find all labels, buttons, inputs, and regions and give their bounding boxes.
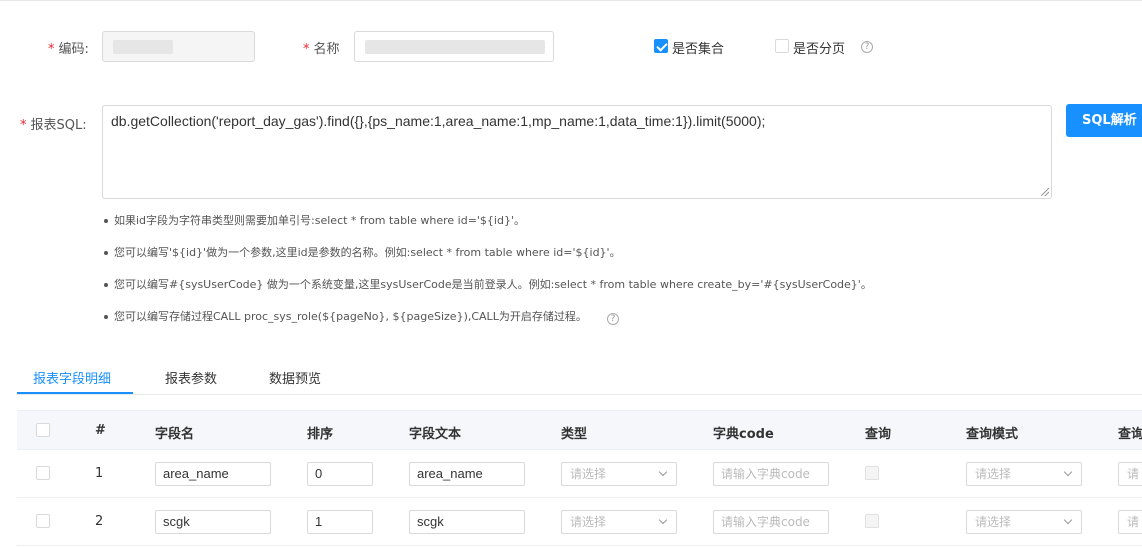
type-select[interactable]: 请选择 <box>561 462 677 486</box>
query-extra-select[interactable]: 请 <box>1118 462 1142 486</box>
query-mode-placeholder: 请选择 <box>975 515 1012 529</box>
row-checkbox[interactable] <box>36 466 50 480</box>
required-mark: * <box>20 118 27 133</box>
sql-label: * 报表SQL: <box>20 114 87 133</box>
tip-item: 如果id字段为字符串类型则需要加单引号:select * from table … <box>104 212 872 244</box>
is-collection-checkbox[interactable] <box>654 39 668 53</box>
type-select[interactable]: 请选择 <box>561 510 677 534</box>
redacted-value <box>113 40 173 54</box>
field-text-input[interactable]: scgk <box>409 510 525 534</box>
sql-parse-button[interactable]: SQL解析 <box>1066 104 1142 137</box>
order-input[interactable]: 1 <box>307 510 373 534</box>
is-collection-label: 是否集合 <box>672 42 725 57</box>
query-mode-select[interactable]: 请选择 <box>966 510 1082 534</box>
tab-active-indicator <box>17 392 133 394</box>
code-label-text: 编码: <box>58 42 89 57</box>
chevron-down-icon <box>1063 515 1073 525</box>
redacted-value <box>365 40 545 54</box>
is-paging-checkbox[interactable] <box>775 39 789 53</box>
chevron-down-icon <box>1063 467 1073 477</box>
sql-text: db.getCollection('report_day_gas').find(… <box>111 113 766 129</box>
table-header: # 字段名 排序 字段文本 类型 字典code 查询 查询模式 查询 <box>17 410 1142 450</box>
table-row: 2 scgk 1 scgk 请选择 请输入字典code 请选择 请 <box>17 498 1142 546</box>
name-label-text: 名称 <box>313 42 340 57</box>
order-input[interactable]: 0 <box>307 462 373 486</box>
select-all-checkbox[interactable] <box>36 423 50 437</box>
query-mode-placeholder: 请选择 <box>975 467 1012 481</box>
name-input[interactable] <box>354 31 554 62</box>
tab-report-params[interactable]: 报表参数 <box>165 368 217 387</box>
col-type: 类型 <box>561 427 588 442</box>
col-query: 查询 <box>865 427 892 442</box>
field-name-input[interactable]: scgk <box>155 510 271 534</box>
type-select-placeholder: 请选择 <box>570 515 607 529</box>
is-paging-label: 是否分页 <box>793 42 846 57</box>
code-label: * 编码: <box>48 38 89 57</box>
query-extra-placeholder: 请 <box>1127 467 1140 481</box>
name-label: * 名称 <box>303 38 340 57</box>
col-dict-code: 字典code <box>713 427 774 442</box>
row-index: 1 <box>95 466 104 481</box>
query-mode-select[interactable]: 请选择 <box>966 462 1082 486</box>
help-icon[interactable]: ? <box>607 313 619 325</box>
col-index: # <box>95 423 106 438</box>
col-query-extra: 查询 <box>1118 427 1142 442</box>
table-row: 1 area_name 0 area_name 请选择 请输入字典code 请选… <box>17 450 1142 498</box>
tip-item: 您可以编写'${id}'做为一个参数,这里id是参数的名称。例如:select … <box>104 244 872 276</box>
query-extra-select[interactable]: 请 <box>1118 510 1142 534</box>
sql-textarea[interactable]: db.getCollection('report_day_gas').find(… <box>102 105 1052 199</box>
code-input[interactable] <box>102 31 255 62</box>
tab-bar: 报表字段明细 报表参数 数据预览 <box>17 360 1142 395</box>
help-icon[interactable]: ? <box>861 41 873 53</box>
type-select-placeholder: 请选择 <box>570 467 607 481</box>
query-checkbox[interactable] <box>865 466 879 480</box>
row-checkbox[interactable] <box>36 514 50 528</box>
field-name-input[interactable]: area_name <box>155 462 271 486</box>
tip-item: 您可以编写#{sysUserCode} 做为一个系统变量,这里sysUserCo… <box>104 276 872 308</box>
dict-code-input[interactable]: 请输入字典code <box>713 510 829 534</box>
col-field-text: 字段文本 <box>409 427 462 442</box>
field-text-input[interactable]: area_name <box>409 462 525 486</box>
required-mark: * <box>303 42 310 57</box>
tab-data-preview[interactable]: 数据预览 <box>269 368 321 387</box>
tip-item: 您可以编写存储过程CALL proc_sys_role(${pageNo}, $… <box>104 308 872 340</box>
col-query-mode: 查询模式 <box>966 427 1019 442</box>
col-order: 排序 <box>307 427 334 442</box>
row-index: 2 <box>95 514 104 529</box>
chevron-down-icon <box>658 467 668 477</box>
dict-code-input[interactable]: 请输入字典code <box>713 462 829 486</box>
tab-field-details[interactable]: 报表字段明细 <box>33 368 111 387</box>
tip-text: 您可以编写存储过程CALL proc_sys_role(${pageNo}, $… <box>114 310 587 323</box>
query-extra-placeholder: 请 <box>1127 515 1140 529</box>
tips-list: 如果id字段为字符串类型则需要加单引号:select * from table … <box>104 212 872 340</box>
query-checkbox[interactable] <box>865 514 879 528</box>
top-divider <box>0 0 1142 1</box>
resize-handle-icon[interactable] <box>1041 188 1049 196</box>
required-mark: * <box>48 42 55 57</box>
chevron-down-icon <box>658 515 668 525</box>
sql-label-text: 报表SQL: <box>30 118 87 133</box>
col-field-name: 字段名 <box>155 427 195 442</box>
